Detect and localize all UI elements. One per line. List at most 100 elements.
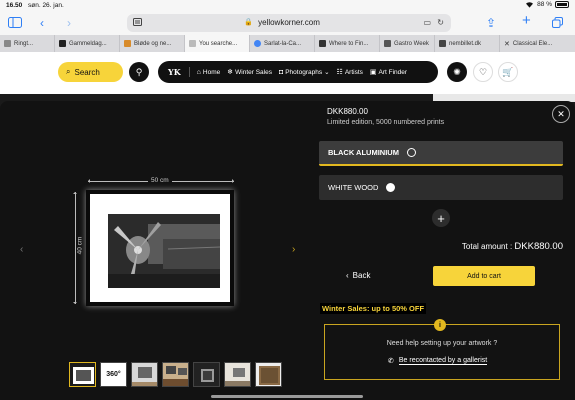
tab-label: Ringt... [14,40,34,47]
theme-button[interactable]: ✺ [447,62,467,82]
location-pin-icon: ⚲ [135,66,143,77]
close-icon: ✕ [557,108,565,119]
phone-icon: ✆ [388,358,394,365]
back-nav-icon[interactable]: ‹ [40,17,44,29]
browser-tab[interactable]: Where to Fin... [315,35,380,52]
status-bar: 16.50 søn. 26. jan. 88 % [0,0,575,12]
product-price: DKK880.00 [327,107,368,116]
clock: 16.50 [6,2,23,9]
help-title: Need help setting up your artwork ? [386,340,498,347]
thumbnail-360-view[interactable]: 360° [100,362,127,387]
thumbnail-detail-view[interactable] [193,362,220,387]
new-tab-icon[interactable]: + [522,13,531,28]
total-label: Total amount : [461,242,515,251]
thumbnail-interior-view[interactable] [224,362,251,387]
thumbnail-strip: 360° [69,362,282,387]
nav-label: Artists [344,68,363,76]
add-to-cart-button[interactable]: Add to cart [433,266,535,286]
nav-label: Art Finder [378,68,408,76]
url-text[interactable]: yellowkorner.com [127,18,451,27]
frame-icon: ▣ [369,69,377,76]
home-icon: ⌂ [196,68,201,76]
address-bar[interactable]: 🔒 yellowkorner.com ▭ ↻ [127,14,451,32]
sidebar-icon[interactable] [8,17,22,30]
option-label: WHITE WOOD [328,183,379,192]
battery-icon [555,1,569,8]
tab-label: You searche... [199,40,238,47]
main-nav: YK ⌂ Home ❄ Winter Sales ◘ Photographs ⌄ ☷ Ar… [158,61,438,83]
radio-button[interactable] [386,183,396,192]
tab-label: Gastro Week [394,40,429,47]
tab-label: Sarlat-la-Ca... [264,40,302,47]
battery-percent: 88 % [537,1,552,8]
browser-tab[interactable]: Gammeldag... [55,35,120,52]
cart-button[interactable]: 🛒 [498,62,518,82]
browser-toolbar: ‹ › 🔒 yellowkorner.com ▭ ↻ ⇪ + [0,12,575,35]
thumbnail-room-view[interactable] [162,362,189,387]
next-image-arrow[interactable]: › [292,244,295,255]
translate-icon[interactable]: ▭ [423,18,431,27]
nav-winter-sales[interactable]: ❄ Winter Sales [227,68,272,77]
location-pin-button[interactable]: ⚲ [129,62,149,82]
tab-favicon-icon [384,40,391,47]
artists-icon: ☷ [336,69,343,76]
close-tab-icon[interactable]: ✕ [504,40,510,48]
nav-photographs[interactable]: ◘ Photographs ⌄ [279,68,330,77]
total-value: DKK880.00 [514,241,563,252]
share-icon[interactable]: ⇪ [486,17,496,29]
prev-image-arrow[interactable]: ‹ [20,244,23,255]
wishlist-button[interactable]: ♡ [473,62,493,82]
browser-tab[interactable]: ✕ Classical Ele... [500,35,575,52]
radio-button[interactable] [406,148,416,157]
nav-artists[interactable]: ☷ Artists [336,68,363,77]
thumbnail-texture-view[interactable] [255,362,282,387]
browser-tab[interactable]: Gastro Week [380,35,435,52]
reload-icon[interactable]: ↻ [437,18,444,27]
browser-tab[interactable]: Bløde og ne... [120,35,185,52]
forward-nav-icon[interactable]: › [67,17,71,29]
total-amount: Total amount : DKK880.00 [462,241,563,252]
tab-favicon-icon [124,40,131,47]
browser-tab[interactable]: Sarlat-la-Ca... [250,35,315,52]
info-icon: i [434,319,446,331]
nav-label: Winter Sales [235,68,272,76]
plus-icon: + [437,210,445,226]
search-icon: ⌕ [66,67,71,76]
more-options-button[interactable]: + [432,209,450,227]
close-modal-button[interactable]: ✕ [552,105,570,123]
back-button[interactable]: ‹ Back [346,271,370,280]
option-white-wood[interactable]: WHITE WOOD [319,175,563,200]
artwork-photo [108,214,220,288]
option-black-aluminium[interactable]: BLACK ALUMINIUM [319,141,563,166]
status-indicators: 88 % [525,1,569,8]
thumbnail-wall-view[interactable] [131,362,158,387]
tab-favicon-icon [439,40,446,47]
tabs-overview-icon[interactable] [552,17,563,30]
cart-icon: 🛒 [502,66,514,77]
tab-favicon-icon [189,40,196,47]
recontact-link[interactable]: ✆ Be recontacted by a gallerist [388,357,488,365]
site-logo[interactable]: YK [164,67,190,77]
tab-favicon-icon [319,40,326,47]
wifi-icon [526,2,534,8]
help-box [324,324,560,380]
sale-banner[interactable]: Winter Sales: up to 50% OFF [320,303,427,314]
nav-label: Photographs [285,68,323,76]
framed-artwork [86,190,234,306]
browser-tab[interactable]: nembillet.dk [435,35,500,52]
nav-art-finder[interactable]: ▣ Art Finder [369,68,408,77]
search-button[interactable]: ⌕ Search [58,62,123,82]
chevron-left-icon: ‹ [346,271,349,280]
nav-home[interactable]: ⌂ Home [197,69,221,76]
back-label: Back [352,271,371,280]
nav-label: Home [202,68,221,76]
tab-label: nembillet.dk [449,40,482,47]
date: søn. 26. jan. [28,2,64,9]
browser-tab[interactable]: Ringt... [0,35,55,52]
home-indicator [211,395,363,398]
browser-tab-active[interactable]: You searche... [185,35,250,52]
edition-info: Limited edition, 5000 numbered prints [327,119,445,126]
thumbnail-artwork[interactable] [69,362,96,387]
width-label: 50 cm [148,177,172,184]
snowflake-icon: ❄ [227,69,234,76]
